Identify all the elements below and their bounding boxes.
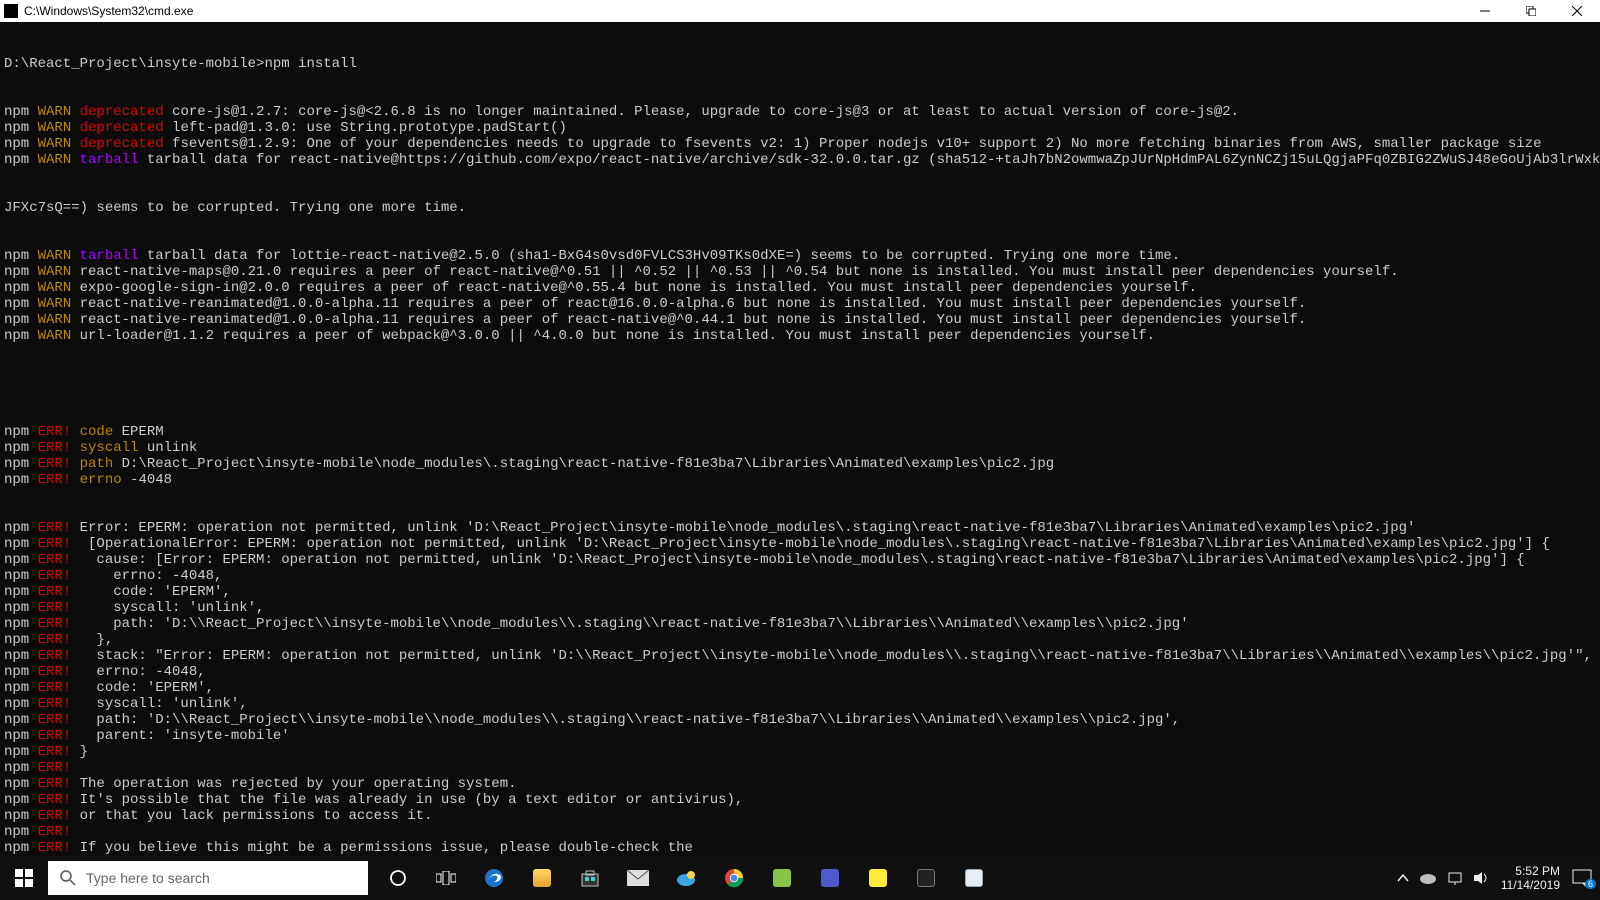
prompt-line: D:\React_Project\insyte-mobile>npm insta…: [4, 56, 1596, 72]
terminal-line: npm WARN react-native-maps@0.21.0 requir…: [4, 264, 1596, 280]
cmd-titlebar-icon: [4, 4, 18, 18]
cmd-icon[interactable]: [902, 856, 950, 900]
cortana-icon[interactable]: [374, 856, 422, 900]
terminal-line: npm ERR! errno: -4048,: [4, 664, 1596, 680]
window-title: C:\Windows\System32\cmd.exe: [24, 4, 193, 18]
terminal-line: npm ERR! It's possible that the file was…: [4, 792, 1596, 808]
maximize-button[interactable]: [1508, 0, 1554, 22]
terminal-line: npm ERR! syscall unlink: [4, 440, 1596, 456]
terminal-line: npm WARN deprecated fsevents@1.2.9: One …: [4, 136, 1596, 152]
search-icon: [60, 870, 76, 886]
search-placeholder: Type here to search: [86, 870, 210, 886]
sticky-notes-icon[interactable]: [854, 856, 902, 900]
terminal-line: npm WARN expo-google-sign-in@2.0.0 requi…: [4, 280, 1596, 296]
taskview-icon[interactable]: [422, 856, 470, 900]
terminal-line: npm ERR! code: 'EPERM',: [4, 680, 1596, 696]
terminal-line: npm ERR! syscall: 'unlink',: [4, 696, 1596, 712]
terminal-line: npm ERR! code EPERM: [4, 424, 1596, 440]
terminal-line: npm WARN url-loader@1.1.2 requires a pee…: [4, 328, 1596, 344]
terminal-line: npm ERR! path: 'D:\\React_Project\\insyt…: [4, 616, 1596, 632]
weather-icon[interactable]: [662, 856, 710, 900]
terminal-line: npm ERR! The operation was rejected by y…: [4, 776, 1596, 792]
taskbar: Type here to search 5:52 PM 11/14/2019 6: [0, 856, 1600, 900]
terminal-line: npm WARN tarball tarball data for lottie…: [4, 248, 1596, 264]
terminal-line: npm ERR! path D:\React_Project\insyte-mo…: [4, 456, 1596, 472]
window-controls: [1462, 0, 1600, 22]
start-button[interactable]: [0, 856, 48, 900]
terminal-line: npm ERR!: [4, 824, 1596, 840]
clock[interactable]: 5:52 PM 11/14/2019: [1501, 864, 1560, 892]
clock-time: 5:52 PM: [1501, 864, 1560, 878]
tarball-wrap-line: JFXc7sQ==) seems to be corrupted. Trying…: [4, 200, 1596, 216]
tray-onedrive-icon[interactable]: [1419, 872, 1437, 884]
action-center-icon[interactable]: 6: [1572, 869, 1592, 887]
window-titlebar: C:\Windows\System32\cmd.exe: [0, 0, 1600, 22]
terminal-line: npm ERR! Error: EPERM: operation not per…: [4, 520, 1596, 536]
terminal-line: npm ERR! If you believe this might be a …: [4, 840, 1596, 856]
terminal-line: npm ERR! [OperationalError: EPERM: opera…: [4, 536, 1596, 552]
terminal-line: npm ERR! cause: [Error: EPERM: operation…: [4, 552, 1596, 568]
tray-volume-icon[interactable]: [1473, 871, 1489, 885]
store-icon[interactable]: [566, 856, 614, 900]
terminal-line: npm WARN react-native-reanimated@1.0.0-a…: [4, 296, 1596, 312]
terminal-line: npm ERR! errno: -4048,: [4, 568, 1596, 584]
mail-icon[interactable]: [614, 856, 662, 900]
teams-icon[interactable]: [806, 856, 854, 900]
terminal-line: npm ERR! or that you lack permissions to…: [4, 808, 1596, 824]
terminal-line: npm WARN deprecated left-pad@1.3.0: use …: [4, 120, 1596, 136]
notification-badge: 6: [1585, 879, 1596, 889]
tray-network-icon[interactable]: [1447, 871, 1463, 885]
android-studio-icon[interactable]: [758, 856, 806, 900]
minimize-button[interactable]: [1462, 0, 1508, 22]
terminal-line: npm ERR! errno -4048: [4, 472, 1596, 488]
terminal-line: npm ERR! parent: 'insyte-mobile': [4, 728, 1596, 744]
chrome-icon[interactable]: [710, 856, 758, 900]
taskbar-search[interactable]: Type here to search: [48, 861, 368, 895]
terminal-line: npm WARN tarball tarball data for react-…: [4, 152, 1596, 168]
taskbar-pinned: [374, 856, 998, 900]
file-explorer-icon[interactable]: [518, 856, 566, 900]
terminal-line: npm ERR! path: 'D:\\React_Project\\insyt…: [4, 712, 1596, 728]
terminal-line: npm ERR! stack: "Error: EPERM: operation…: [4, 648, 1596, 664]
terminal-output[interactable]: D:\React_Project\insyte-mobile>npm insta…: [0, 22, 1600, 856]
terminal-line: npm WARN deprecated core-js@1.2.7: core-…: [4, 104, 1596, 120]
notepad-icon[interactable]: [950, 856, 998, 900]
terminal-line: npm ERR! }: [4, 744, 1596, 760]
terminal-line: npm ERR!: [4, 760, 1596, 776]
terminal-line: npm ERR! },: [4, 632, 1596, 648]
edge-icon[interactable]: [470, 856, 518, 900]
terminal-line: npm WARN react-native-reanimated@1.0.0-a…: [4, 312, 1596, 328]
terminal-line: npm ERR! code: 'EPERM',: [4, 584, 1596, 600]
close-button[interactable]: [1554, 0, 1600, 22]
tray-chevron-up-icon[interactable]: [1397, 873, 1409, 883]
clock-date: 11/14/2019: [1501, 878, 1560, 892]
system-tray: 5:52 PM 11/14/2019 6: [1397, 856, 1600, 900]
terminal-line: npm ERR! syscall: 'unlink',: [4, 600, 1596, 616]
